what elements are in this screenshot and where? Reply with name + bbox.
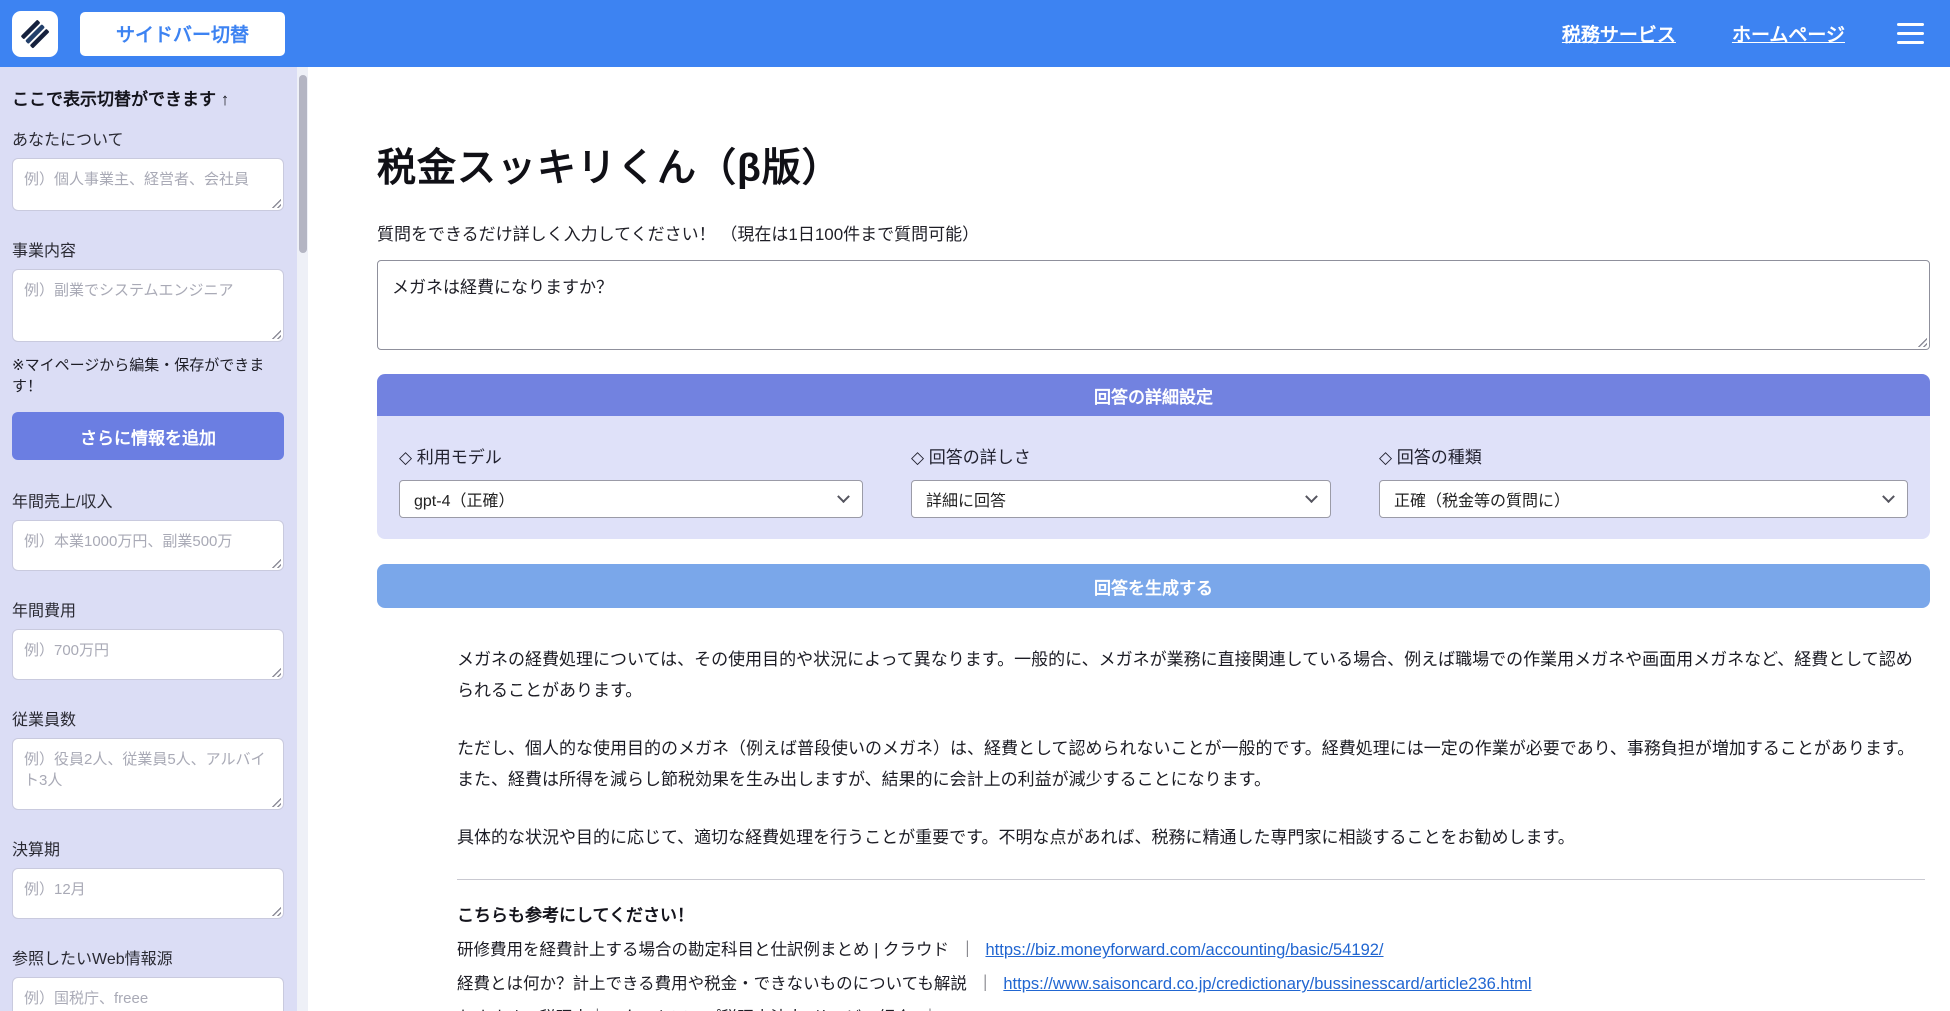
hamburger-menu-icon[interactable]: [1897, 23, 1924, 44]
app-logo: [12, 10, 58, 57]
reference-link[interactable]: https://www.saisoncard.co.jp/credictiona…: [1003, 975, 1531, 993]
references-heading: こちらも参考にしてください！: [457, 906, 694, 926]
detail-select-value: 詳細に回答: [926, 493, 1007, 510]
question-instruction: 質問をできるだけ詳しく入力してください！ （現在は1日100件まで質問可能）: [377, 225, 980, 244]
reference-text: 経費とは何か？計上できる費用や税金・できないものについても解説: [457, 975, 967, 994]
field-label-about-you: あなたについて: [12, 132, 124, 149]
reference-separator: ｜: [958, 941, 976, 960]
sidebar-heading: ここで表示切替ができます ↑: [12, 90, 230, 109]
annual-expenses-textarea[interactable]: [12, 629, 284, 680]
web-sources-textarea[interactable]: [12, 977, 284, 1011]
generate-answer-button[interactable]: 回答を生成する: [377, 564, 1930, 608]
reference-link[interactable]: https://biz.moneyforward.com/accounting/…: [985, 941, 1383, 959]
fiscal-term-textarea[interactable]: [12, 868, 284, 919]
answer-type-select[interactable]: 正確（税金等の質問に）: [1379, 480, 1908, 518]
sidebar: ここで表示切替ができます ↑ あなたについて 事業内容 ※マイページから編集・保…: [0, 67, 308, 1011]
sidebar-scrollbar[interactable]: [297, 67, 308, 1011]
reference-separator: ｜: [976, 975, 994, 994]
reference-item: 経費とは何か？計上できる費用や税金・できないものについても解説 ｜ https://…: [457, 970, 1925, 994]
sidebar-note: ※マイページから編集・保存ができます！: [12, 357, 265, 395]
chevron-down-icon: [837, 489, 850, 503]
answer-paragraph: 具体的な状況や目的に応じて、適切な経費処理を行うことが重要です。不明な点があれば…: [457, 827, 1575, 847]
setting-detail-label: ◇ 回答の詳しさ: [911, 448, 1031, 467]
field-label-fiscal-term: 決算期: [12, 842, 61, 859]
top-header: サイドバー切替 税務サービス ホームページ: [0, 0, 1950, 67]
setting-model: ◇ 利用モデル gpt-4（正確）: [399, 443, 863, 518]
nav-link-tax-service[interactable]: 税務サービス: [1562, 20, 1676, 47]
about-you-textarea[interactable]: [12, 158, 284, 211]
sidebar-toggle-button[interactable]: サイドバー切替: [80, 11, 286, 56]
chevron-down-icon: [1305, 489, 1318, 503]
employees-textarea[interactable]: [12, 738, 284, 810]
field-label-annual-expenses: 年間費用: [12, 603, 77, 620]
answer-paragraph: ただし、個人的な使用目的のメガネ（例えば普段使いのメガネ）は、経費として認められ…: [457, 738, 1915, 790]
annual-sales-textarea[interactable]: [12, 520, 284, 571]
main-content: 税金スッキリくん（β版） 質問をできるだけ詳しく入力してください！ （現在は1日…: [308, 67, 1950, 1011]
setting-model-label: ◇ 利用モデル: [399, 448, 502, 467]
chevron-down-icon: [1882, 489, 1895, 503]
detail-select[interactable]: 詳細に回答: [911, 480, 1331, 518]
field-label-employees: 従業員数: [12, 712, 77, 729]
setting-detail: ◇ 回答の詳しさ 詳細に回答: [911, 443, 1331, 518]
business-textarea[interactable]: [12, 269, 284, 342]
model-select-value: gpt-4（正確）: [414, 493, 515, 510]
answer-settings-header[interactable]: 回答の詳細設定: [377, 374, 1930, 416]
model-select[interactable]: gpt-4（正確）: [399, 480, 863, 518]
setting-answer-type-label: ◇ 回答の種類: [1379, 448, 1482, 467]
answer-paragraph: メガネの経費処理については、その使用目的や状況によって異なります。一般的に、メガ…: [457, 650, 1913, 701]
answer-settings-panel: ◇ 利用モデル gpt-4（正確） ◇ 回答の詳しさ 詳細に回答 ◇ 回答の種類: [377, 416, 1930, 539]
reference-item: おすすめの税理士｜スタートアップ税理士法人_サービス紹介｜https://lp.…: [457, 1004, 1925, 1011]
field-label-business: 事業内容: [12, 243, 77, 260]
page: サイドバー切替 税務サービス ホームページ ここで表示切替ができます ↑ あなた…: [0, 0, 1950, 1011]
page-title: 税金スッキリくん（β版）: [377, 147, 842, 190]
answer-divider: [457, 879, 1925, 881]
nav-link-homepage[interactable]: ホームページ: [1732, 20, 1845, 47]
answer-type-select-value: 正確（税金等の質問に）: [1394, 493, 1571, 510]
field-label-web-sources: 参照したいWeb情報源: [12, 951, 173, 968]
question-input[interactable]: メガネは経費になりますか？: [377, 260, 1930, 350]
diagonal-stripes-logo-icon: [21, 19, 50, 48]
sidebar-scrollbar-thumb[interactable]: [298, 75, 307, 253]
field-label-annual-sales: 年間売上/収入: [12, 494, 113, 511]
answer-block: メガネの経費処理については、その使用目的や状況によって異なります。一般的に、メガ…: [457, 644, 1925, 1011]
body-row: ここで表示切替ができます ↑ あなたについて 事業内容 ※マイページから編集・保…: [0, 67, 1950, 1011]
reference-text: 研修費用を経費計上する場合の勘定科目と仕訳例まとめ | クラウド: [457, 941, 949, 960]
add-info-button[interactable]: さらに情報を追加: [12, 412, 284, 460]
setting-answer-type: ◇ 回答の種類 正確（税金等の質問に）: [1379, 443, 1908, 518]
reference-item: 研修費用を経費計上する場合の勘定科目と仕訳例まとめ | クラウド ｜ https:/…: [457, 936, 1925, 960]
